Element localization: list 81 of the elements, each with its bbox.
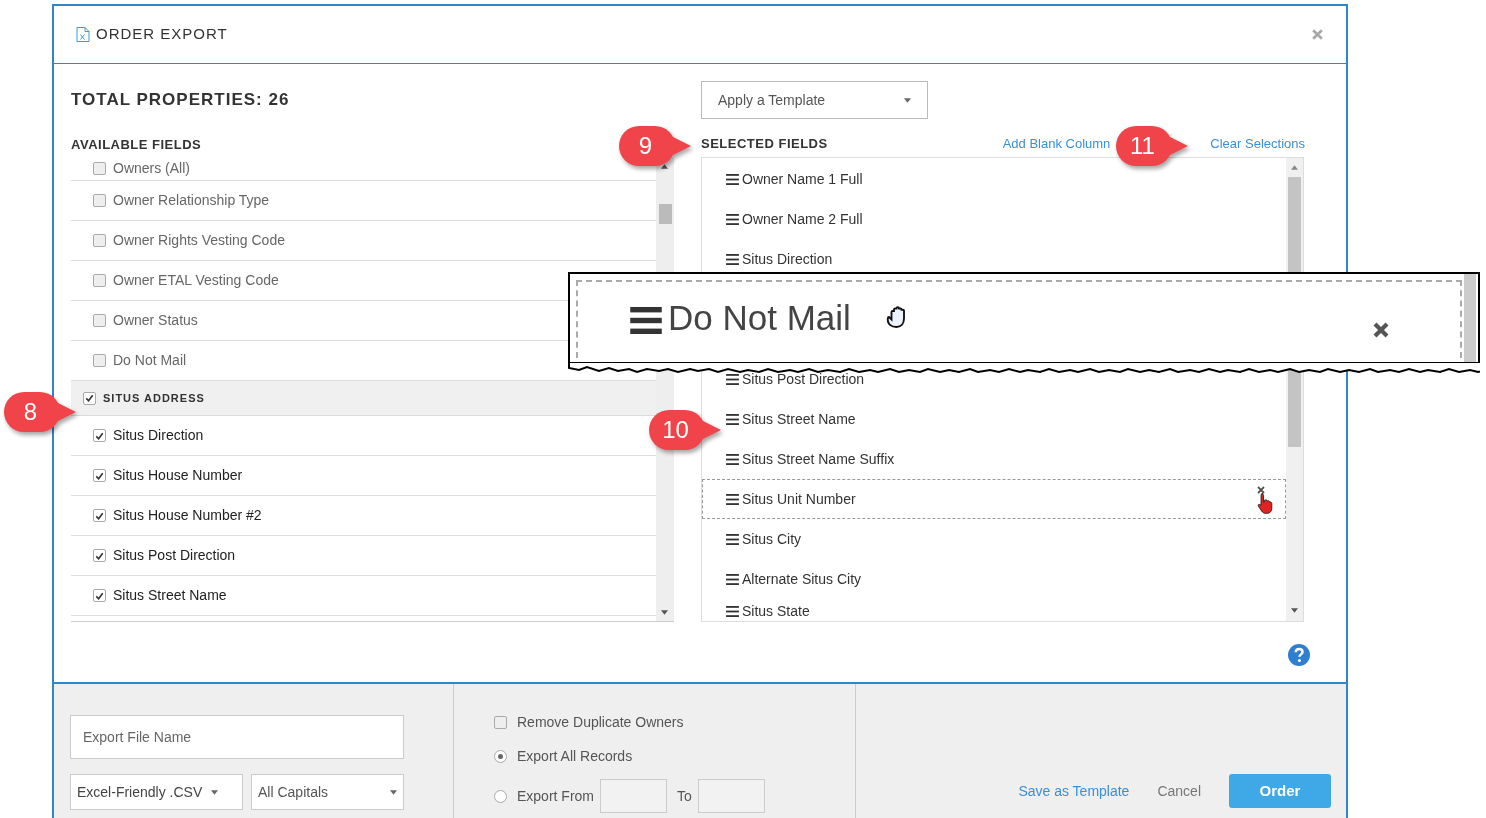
scroll-down-icon[interactable] [661,610,668,615]
cancel-link[interactable]: Cancel [1157,781,1201,802]
drag-handle-icon[interactable] [726,493,739,505]
checkbox[interactable] [93,234,106,247]
scroll-up-icon[interactable] [1291,165,1298,170]
to-label: To [677,786,692,806]
drag-handle-icon[interactable] [726,213,739,225]
template-dropdown[interactable]: Apply a Template [701,81,928,119]
field-label: Situs Unit Number [742,489,856,509]
field-label: Situs State [742,601,810,621]
drag-handle-icon[interactable] [630,306,662,334]
field-label: Owner Relationship Type [113,191,270,210]
checkbox[interactable] [93,274,106,287]
field-label: Situs City [742,529,802,549]
checkbox[interactable] [93,354,106,367]
field-label: Situs Post Direction [113,546,236,565]
field-label: Situs Direction [113,426,204,445]
help-icon[interactable] [1288,644,1310,666]
drag-handle-icon[interactable] [726,173,739,185]
field-label: Owner Name 1 Full [742,169,863,189]
window-title: ORDER EXPORT [96,24,228,45]
field-label: Situs Street Name Suffix [742,449,895,469]
group-label: SITUS ADDRESS [103,390,205,406]
radio-button[interactable] [494,789,507,803]
field-label: Owner Rights Vesting Code [113,231,285,250]
drag-handle-icon[interactable] [726,413,739,425]
drag-handle-icon[interactable] [726,453,739,465]
excel-file-icon [76,26,90,43]
option-label: Export All Records [517,746,633,766]
order-button[interactable]: Order [1229,774,1331,808]
field-label: Owner Status [113,311,198,330]
format-dropdown[interactable]: Excel-Friendly .CSV [70,774,243,810]
scroll-down-icon[interactable] [1291,608,1298,613]
clear-selections-link[interactable]: Clear Selections [1210,134,1305,154]
field-label: Situs Post Direction [742,369,865,389]
checkbox[interactable] [93,429,106,442]
file-name-field[interactable]: Export File Name [70,715,404,759]
caret-icon [211,789,219,795]
radio-button[interactable] [494,749,507,763]
caret-icon [904,97,911,103]
field-label: Alternate Situs City [742,569,862,589]
field-label: Situs Street Name [113,586,227,605]
field-label: Situs Direction [742,249,833,269]
field-label: Situs House Number [113,466,243,485]
drag-handle-icon[interactable] [726,533,739,545]
checkbox[interactable] [93,162,106,175]
scroll-up-icon[interactable] [661,164,668,169]
section-heading: AVAILABLE FIELDS [71,137,202,152]
remove-icon[interactable] [1257,486,1265,494]
field-label: Situs Street Name [742,409,856,429]
checkbox[interactable] [93,509,106,522]
add-blank-column-link[interactable]: Add Blank Column [1002,134,1111,154]
checkbox[interactable] [93,549,106,562]
drag-handle-icon[interactable] [726,253,739,265]
save-template-link[interactable]: Save as Template [1018,781,1130,802]
scroll-thumb[interactable] [659,204,672,224]
checkbox[interactable] [93,589,106,602]
close-icon[interactable] [1372,321,1390,339]
checkbox[interactable] [93,314,106,327]
option-label: Export From [517,786,594,806]
option-label: Remove Duplicate Owners [517,712,684,732]
drag-item-label: Do Not Mail [668,296,851,339]
checkbox[interactable] [93,469,106,482]
drag-handle-icon[interactable] [726,373,739,385]
checkbox[interactable] [93,194,106,207]
checkbox[interactable] [494,715,507,729]
case-dropdown[interactable]: All Capitals [251,774,404,810]
hand-cursor-icon [1257,492,1273,514]
field-label: Owners (All) [113,159,190,178]
field-label: Owner ETAL Vesting Code [113,271,279,290]
field-label: Owner Name 2 Full [742,209,863,229]
field-label: Situs House Number #2 [113,506,262,525]
to-field[interactable] [697,779,765,813]
drag-handle-icon[interactable] [726,605,739,617]
section-heading: SELECTED FIELDS [701,135,828,154]
from-field[interactable] [600,779,667,813]
total-properties: TOTAL PROPERTIES: 26 [71,90,290,110]
drag-handle-icon[interactable] [726,573,739,585]
caret-icon [390,789,397,795]
checkbox[interactable] [83,391,96,405]
field-label: Do Not Mail [113,351,187,370]
